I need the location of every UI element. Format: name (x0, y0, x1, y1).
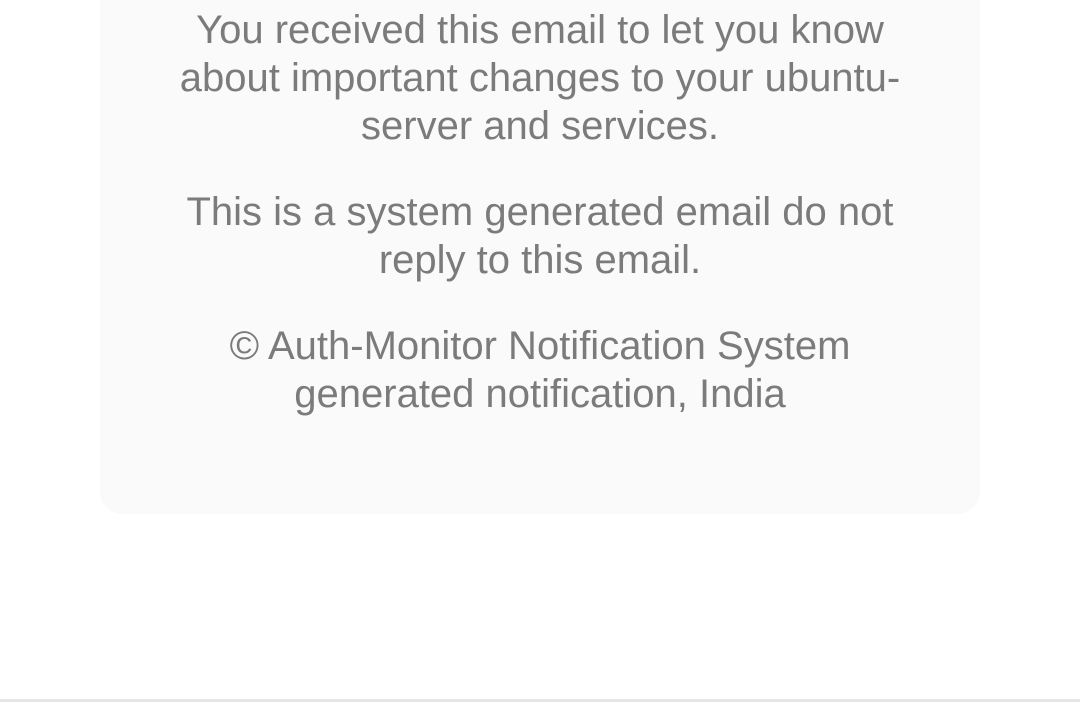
footer-no-reply-text: This is a system generated email do not … (186, 190, 894, 282)
email-view: You received this email to let you know … (0, 0, 1080, 714)
footer-copyright-text: © Auth-Monitor Notification System gener… (229, 324, 851, 416)
footer-notice-text: You received this email to let you know … (179, 8, 901, 148)
email-footer-card: You received this email to let you know … (100, 0, 980, 514)
bottom-divider (0, 699, 1080, 702)
